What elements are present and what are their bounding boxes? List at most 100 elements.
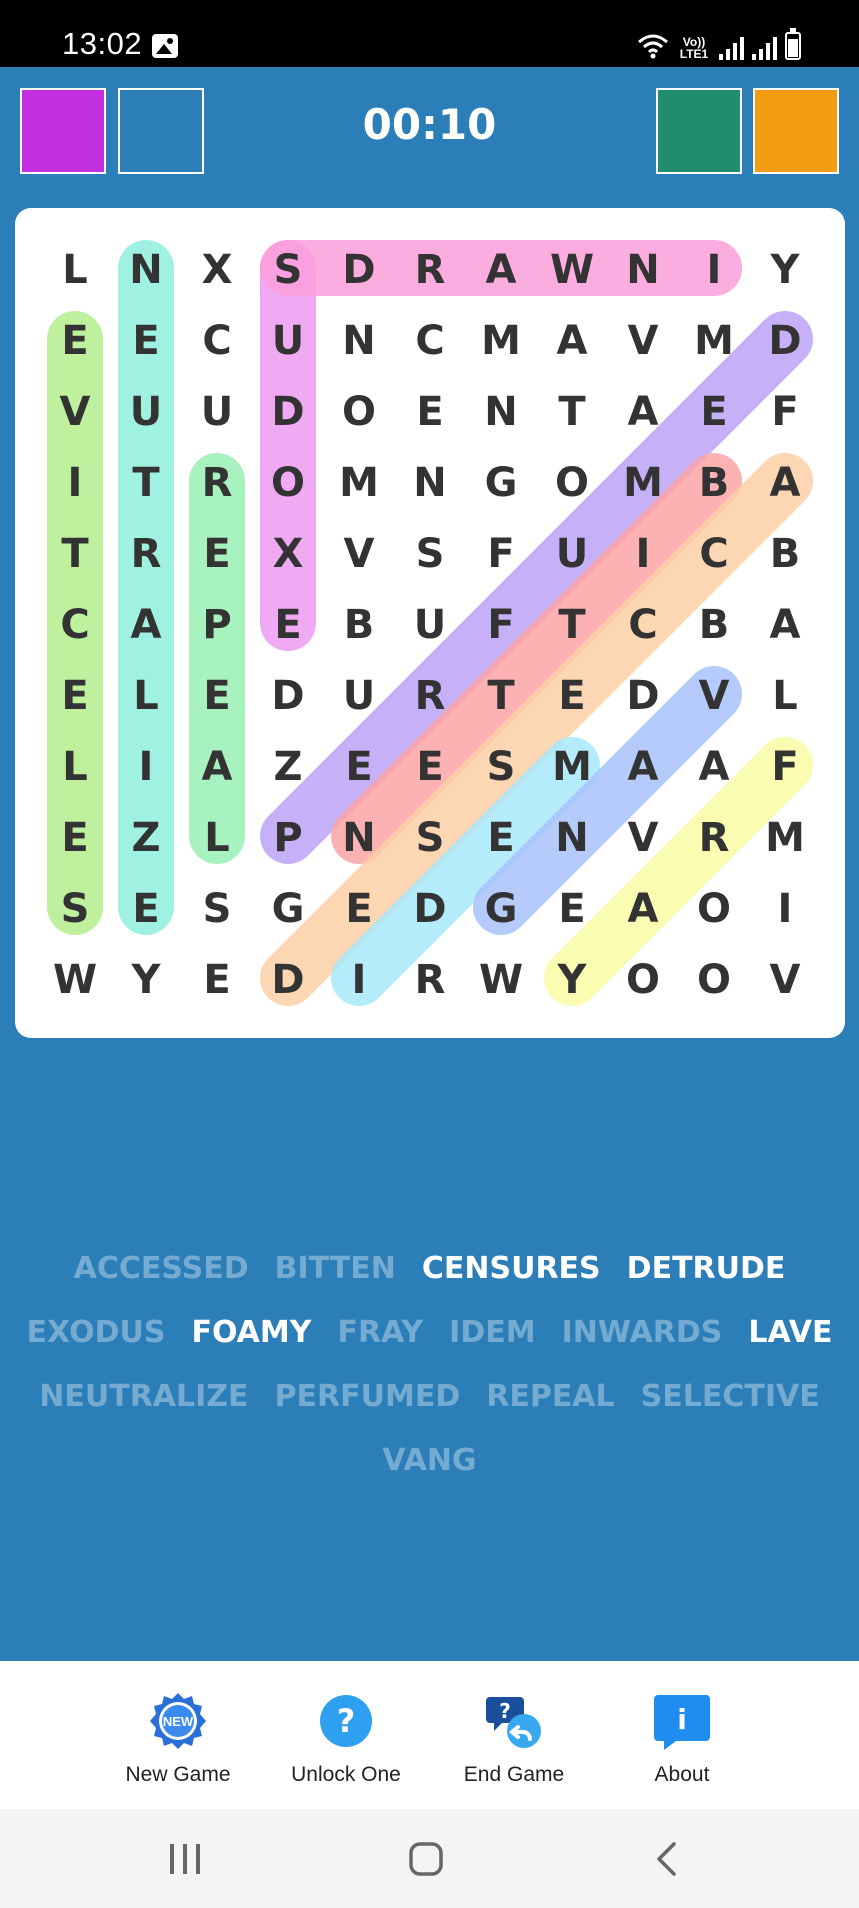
grid-letter[interactable]: I bbox=[68, 460, 83, 506]
grid-letter[interactable]: E bbox=[203, 957, 230, 1003]
grid-letter[interactable]: Z bbox=[131, 815, 160, 861]
back-icon[interactable] bbox=[657, 1842, 676, 1876]
grid-letter[interactable]: O bbox=[626, 957, 660, 1003]
grid-letter[interactable]: B bbox=[699, 460, 730, 506]
grid-letter[interactable]: E bbox=[558, 886, 585, 932]
grid-letter[interactable]: O bbox=[271, 460, 305, 506]
grid-letter[interactable]: T bbox=[487, 673, 515, 719]
grid-letter[interactable]: R bbox=[699, 815, 730, 861]
grid-letter[interactable]: V bbox=[628, 815, 659, 861]
grid-letter[interactable]: I bbox=[636, 531, 651, 577]
grid-letter[interactable]: N bbox=[413, 460, 446, 506]
grid-letter[interactable]: M bbox=[481, 318, 521, 364]
grid-letter[interactable]: M bbox=[765, 815, 805, 861]
grid-letter[interactable]: I bbox=[352, 957, 367, 1003]
grid-letter[interactable]: S bbox=[416, 815, 445, 861]
grid-letter[interactable]: C bbox=[415, 318, 444, 364]
grid-letter[interactable]: A bbox=[628, 744, 659, 790]
grid-letter[interactable]: S bbox=[61, 886, 90, 932]
grid-letter[interactable]: R bbox=[415, 247, 446, 293]
grid-letter[interactable]: B bbox=[344, 602, 375, 648]
grid-letter[interactable]: E bbox=[700, 389, 727, 435]
grid-letter[interactable]: E bbox=[203, 673, 230, 719]
grid-letter[interactable]: M bbox=[552, 744, 592, 790]
grid-letter[interactable]: N bbox=[484, 389, 517, 435]
grid-letter[interactable]: L bbox=[62, 247, 88, 293]
grid-letter[interactable]: E bbox=[345, 744, 372, 790]
grid-letter[interactable]: P bbox=[202, 602, 231, 648]
grid-letter[interactable]: U bbox=[272, 318, 304, 364]
new-game-button[interactable]: NEW New Game bbox=[94, 1661, 262, 1809]
grid-letter[interactable]: G bbox=[485, 460, 518, 506]
grid-letter[interactable]: I bbox=[707, 247, 722, 293]
grid-letter[interactable]: A bbox=[699, 744, 730, 790]
grid-letter[interactable]: D bbox=[271, 389, 304, 435]
grid-letter[interactable]: X bbox=[202, 247, 233, 293]
grid-letter[interactable]: A bbox=[131, 602, 162, 648]
grid-letter[interactable]: U bbox=[414, 602, 446, 648]
letter-grid[interactable]: L N X S D R A W N I YE E C U N C M A V M DV U U D O E N T A E FI T R O M N G… bbox=[15, 208, 845, 1038]
grid-letter[interactable]: R bbox=[202, 460, 233, 506]
grid-letter[interactable]: O bbox=[555, 460, 589, 506]
grid-letter[interactable]: R bbox=[131, 531, 162, 577]
grid-letter[interactable]: C bbox=[628, 602, 657, 648]
grid-letter[interactable]: W bbox=[53, 957, 97, 1003]
grid-letter[interactable]: V bbox=[344, 531, 375, 577]
grid-letter[interactable]: T bbox=[558, 602, 586, 648]
grid-letter[interactable]: G bbox=[272, 886, 305, 932]
grid-letter[interactable]: P bbox=[273, 815, 302, 861]
grid-letter[interactable]: L bbox=[204, 815, 230, 861]
grid-letter[interactable]: A bbox=[628, 389, 659, 435]
about-button[interactable]: i About bbox=[598, 1661, 766, 1809]
grid-letter[interactable]: V bbox=[699, 673, 730, 719]
grid-letter[interactable]: M bbox=[339, 460, 379, 506]
grid-letter[interactable]: D bbox=[271, 673, 304, 719]
grid-letter[interactable]: A bbox=[486, 247, 517, 293]
grid-letter[interactable]: S bbox=[416, 531, 445, 577]
grid-letter[interactable]: G bbox=[485, 886, 518, 932]
grid-letter[interactable]: E bbox=[132, 318, 159, 364]
grid-letter[interactable]: E bbox=[132, 886, 159, 932]
grid-letter[interactable]: R bbox=[415, 957, 446, 1003]
grid-letter[interactable]: U bbox=[556, 531, 588, 577]
grid-letter[interactable]: D bbox=[342, 247, 375, 293]
grid-letter[interactable]: E bbox=[487, 815, 514, 861]
grid-letter[interactable]: T bbox=[61, 531, 89, 577]
grid-letter[interactable]: L bbox=[772, 673, 798, 719]
grid-letter[interactable]: E bbox=[61, 673, 88, 719]
grid-letter[interactable]: E bbox=[416, 744, 443, 790]
grid-letter[interactable]: A bbox=[770, 460, 801, 506]
grid-letter[interactable]: O bbox=[697, 886, 731, 932]
grid-letter[interactable]: E bbox=[274, 602, 301, 648]
grid-letter[interactable]: U bbox=[343, 673, 375, 719]
grid-letter[interactable]: Y bbox=[131, 957, 162, 1003]
grid-letter[interactable]: F bbox=[771, 744, 798, 790]
grid-letter[interactable]: V bbox=[60, 389, 91, 435]
grid-letter[interactable]: E bbox=[203, 531, 230, 577]
grid-letter[interactable]: S bbox=[203, 886, 232, 932]
grid-letter[interactable]: W bbox=[550, 247, 594, 293]
grid-letter[interactable]: F bbox=[771, 389, 798, 435]
grid-letter[interactable]: F bbox=[487, 531, 514, 577]
grid-letter[interactable]: V bbox=[628, 318, 659, 364]
end-game-button[interactable]: ? End Game bbox=[430, 1661, 598, 1809]
grid-letter[interactable]: M bbox=[694, 318, 734, 364]
grid-letter[interactable]: S bbox=[487, 744, 516, 790]
grid-letter[interactable]: Y bbox=[770, 247, 801, 293]
grid-letter[interactable]: Y bbox=[557, 957, 588, 1003]
grid-letter[interactable]: X bbox=[273, 531, 304, 577]
grid-letter[interactable]: L bbox=[133, 673, 159, 719]
grid-letter[interactable]: B bbox=[699, 602, 730, 648]
grid-letter[interactable]: N bbox=[626, 247, 659, 293]
grid-letter[interactable]: A bbox=[628, 886, 659, 932]
grid-letter[interactable]: Z bbox=[273, 744, 302, 790]
color-swatch-4[interactable] bbox=[753, 88, 839, 174]
grid-letter[interactable]: C bbox=[202, 318, 231, 364]
home-icon[interactable] bbox=[409, 1842, 443, 1876]
grid-letter[interactable]: C bbox=[60, 602, 89, 648]
recents-icon[interactable] bbox=[170, 1844, 200, 1874]
grid-letter[interactable]: D bbox=[271, 957, 304, 1003]
grid-letter[interactable]: I bbox=[139, 744, 154, 790]
grid-letter[interactable]: E bbox=[558, 673, 585, 719]
grid-letter[interactable]: V bbox=[770, 957, 801, 1003]
